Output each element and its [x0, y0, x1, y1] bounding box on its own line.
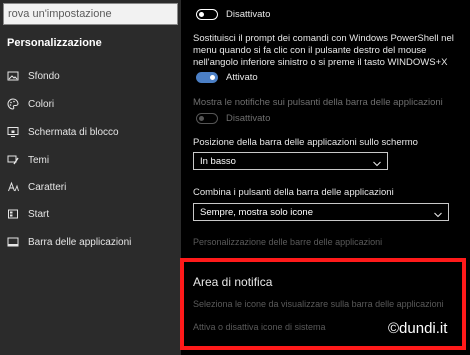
sidebar-item-sfondo[interactable]: Sfondo	[0, 64, 181, 88]
powershell-description: menu quando si fa clic con il pulsante d…	[193, 45, 427, 56]
palette-icon	[7, 98, 19, 110]
powershell-description: Sostituisci il prompt dei comandi con Wi…	[193, 33, 454, 44]
chevron-down-icon	[372, 156, 382, 167]
brush-icon	[7, 154, 19, 166]
badges-state-label: Disattivato	[226, 113, 271, 124]
sidebar-item-caratteri[interactable]: Caratteri	[0, 175, 181, 199]
sidebar-item-start[interactable]: Start	[0, 202, 181, 226]
combine-dropdown[interactable]: Sempre, mostra solo icone	[193, 203, 449, 221]
sidebar-item-label: Start	[28, 208, 50, 220]
toggle-state-label: Disattivato	[226, 9, 271, 20]
image-icon	[7, 70, 19, 82]
taskbar-icon	[7, 236, 19, 248]
badges-toggle	[196, 113, 218, 124]
combine-value: Sempre, mostra solo icone	[200, 207, 313, 218]
customize-taskbar-link[interactable]: Personalizzazione delle barre delle appl…	[193, 237, 382, 248]
font-icon	[7, 181, 19, 193]
sidebar: rova un'impostazione Personalizzazione S…	[0, 0, 181, 355]
notification-area-title: Area di notifica	[193, 275, 273, 289]
select-icons-link[interactable]: Seleziona le icone da visualizzare sulla…	[193, 299, 444, 310]
sidebar-item-label: Caratteri	[28, 181, 67, 193]
badges-label: Mostra le notifiche sui pulsanti della b…	[193, 97, 443, 108]
sidebar-item-barra-delle-applicazioni[interactable]: Barra delle applicazioni	[0, 230, 181, 254]
sidebar-item-schermata-di-blocco[interactable]: Schermata di blocco	[0, 120, 181, 144]
sidebar-item-temi[interactable]: Temi	[0, 148, 181, 172]
system-icons-link[interactable]: Attiva o disattiva icone di sistema	[193, 322, 326, 333]
sidebar-title: Personalizzazione	[7, 37, 102, 49]
position-label: Posizione della barra delle applicazioni…	[193, 137, 418, 148]
combine-label: Combina i pulsanti della barra delle app…	[193, 187, 394, 198]
start-icon	[7, 208, 19, 220]
sidebar-item-label: Temi	[28, 154, 50, 166]
position-dropdown[interactable]: In basso	[193, 152, 388, 170]
position-value: In basso	[200, 156, 236, 167]
powershell-description: nell'angolo inferiore sinistro o si prem…	[193, 57, 448, 68]
sidebar-item-label: Sfondo	[28, 70, 60, 82]
lock-screen-icon	[7, 126, 19, 138]
watermark: ©dundi.it	[388, 320, 448, 337]
toggle-switch[interactable]	[196, 9, 218, 20]
sidebar-item-label: Schermata di blocco	[28, 126, 119, 138]
search-input[interactable]: rova un'impostazione	[3, 3, 178, 25]
powershell-toggle[interactable]	[196, 72, 218, 83]
sidebar-item-label: Colori	[28, 98, 55, 110]
powershell-state-label: Attivato	[226, 72, 258, 83]
sidebar-item-label: Barra delle applicazioni	[28, 236, 132, 248]
chevron-down-icon	[433, 207, 443, 218]
sidebar-item-colori[interactable]: Colori	[0, 92, 181, 116]
